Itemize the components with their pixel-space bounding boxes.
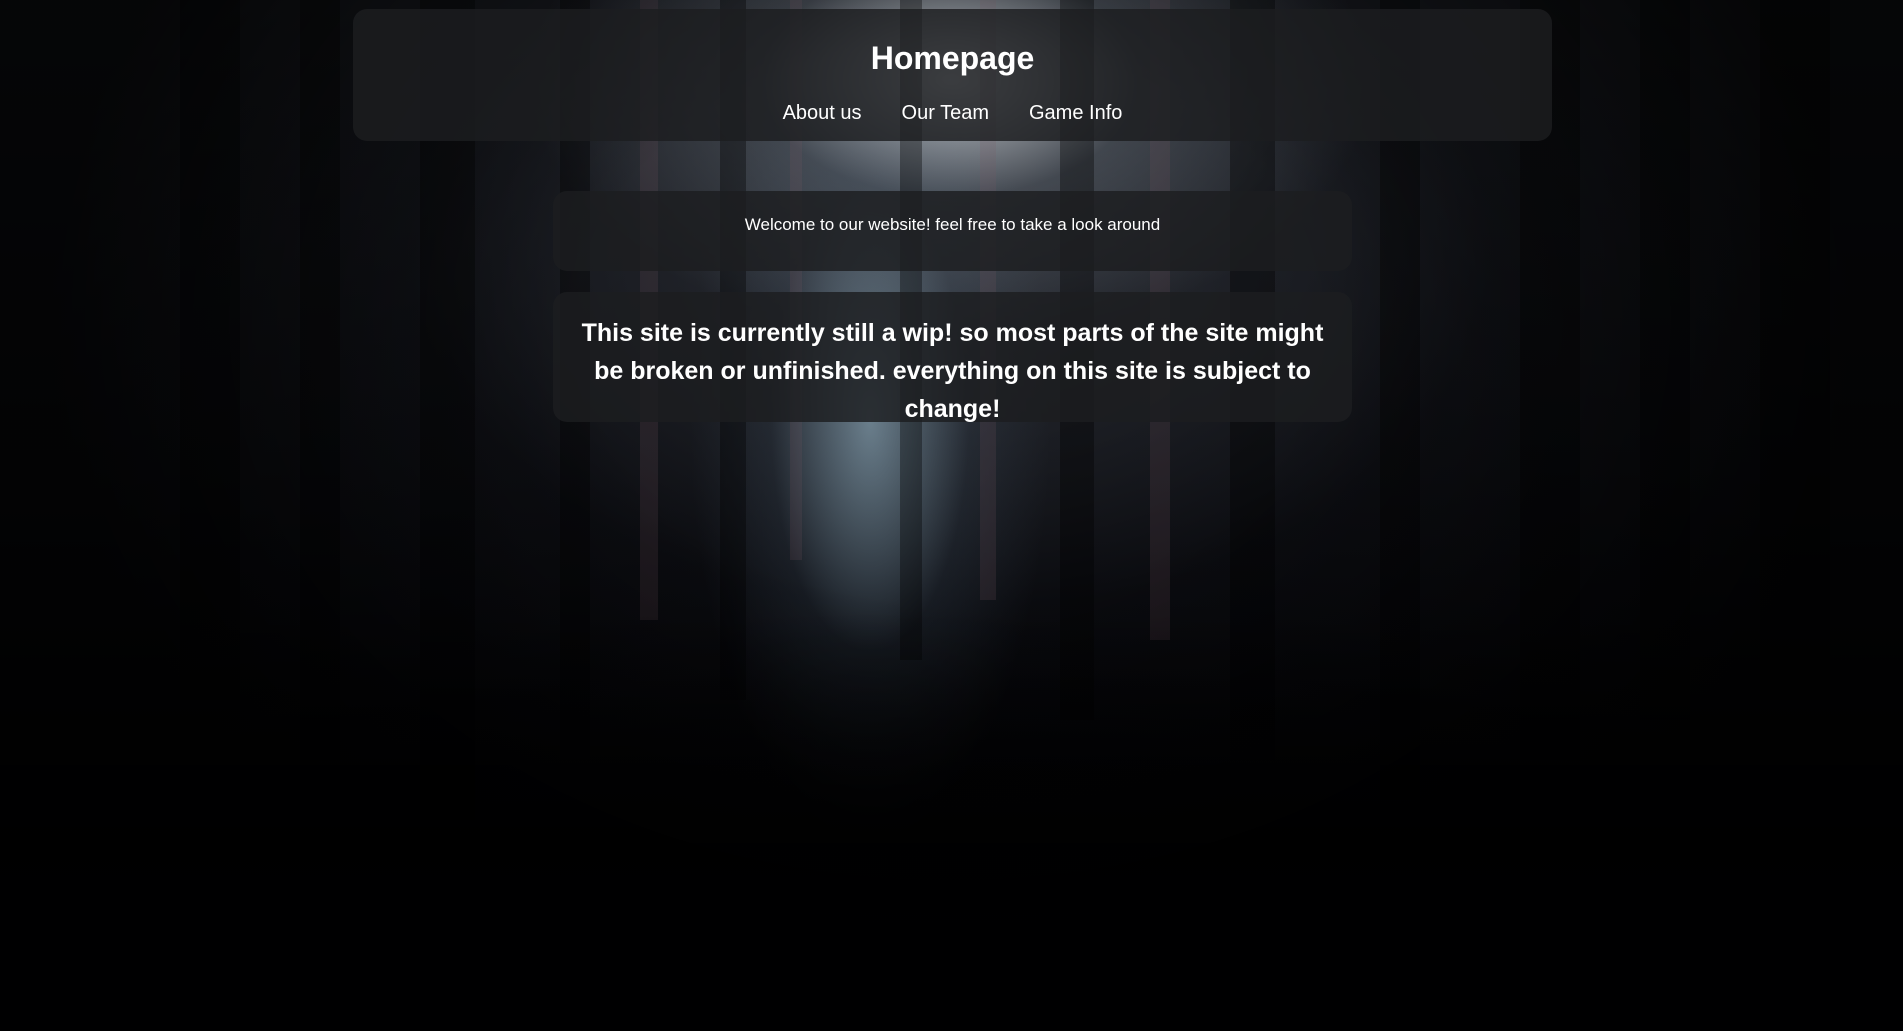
wip-notice-panel: This site is currently still a wip! so m… — [553, 292, 1352, 423]
nav-link-about-us[interactable]: About us — [783, 101, 862, 125]
page-title: Homepage — [870, 40, 1035, 76]
welcome-panel: Welcome to our website! feel free to tak… — [553, 191, 1352, 271]
nav-link-game-info[interactable]: Game Info — [1029, 101, 1122, 125]
forest-background-image — [0, 0, 1903, 1031]
header-panel: Homepage About us Our Team Game Info — [353, 9, 1552, 141]
main-nav: About us Our Team Game Info — [353, 101, 1552, 125]
wip-notice-text: This site is currently still a wip! so m… — [581, 319, 1324, 423]
welcome-message: Welcome to our website! feel free to tak… — [744, 215, 1161, 234]
nav-link-our-team[interactable]: Our Team — [902, 101, 989, 125]
